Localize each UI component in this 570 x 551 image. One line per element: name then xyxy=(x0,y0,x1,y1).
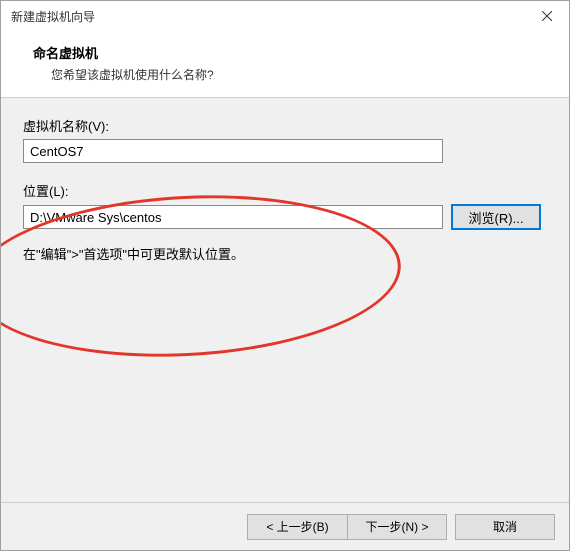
location-label: 位置(L): xyxy=(23,181,547,200)
page-subtitle: 您希望该虚拟机使用什么名称? xyxy=(51,66,549,83)
back-button[interactable]: < 上一步(B) xyxy=(247,514,347,540)
wizard-content: 虚拟机名称(V): 位置(L): 浏览(R)... 在"编辑">"首选项"中可更… xyxy=(1,98,569,498)
close-button[interactable] xyxy=(524,1,569,31)
location-input[interactable] xyxy=(23,205,443,229)
wizard-header: 命名虚拟机 您希望该虚拟机使用什么名称? xyxy=(1,31,569,98)
close-icon xyxy=(542,11,552,21)
browse-button[interactable]: 浏览(R)... xyxy=(451,204,541,230)
cancel-button[interactable]: 取消 xyxy=(455,514,555,540)
vm-name-label: 虚拟机名称(V): xyxy=(23,116,547,135)
page-title: 命名虚拟机 xyxy=(33,43,549,62)
vm-name-input[interactable] xyxy=(23,139,443,163)
titlebar: 新建虚拟机向导 xyxy=(1,1,569,31)
hint-text: 在"编辑">"首选项"中可更改默认位置。 xyxy=(23,244,547,263)
wizard-window: 新建虚拟机向导 命名虚拟机 您希望该虚拟机使用什么名称? 虚拟机名称(V): 位… xyxy=(0,0,570,551)
wizard-footer: < 上一步(B) 下一步(N) > 取消 xyxy=(1,502,569,550)
next-button[interactable]: 下一步(N) > xyxy=(347,514,447,540)
window-title: 新建虚拟机向导 xyxy=(11,8,95,25)
